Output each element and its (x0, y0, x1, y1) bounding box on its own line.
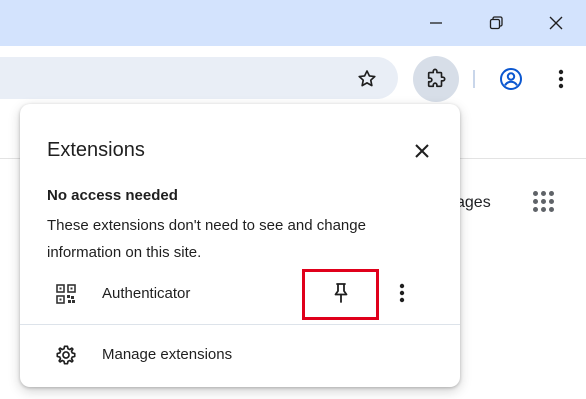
popup-divider (20, 324, 460, 325)
account-icon[interactable] (499, 67, 523, 91)
browser-window: ages Extensions No access needed These e… (0, 0, 586, 399)
extension-more-button[interactable] (392, 280, 412, 306)
restore-button[interactable] (466, 0, 526, 46)
manage-extensions-label[interactable]: Manage extensions (102, 346, 232, 363)
gear-icon (55, 344, 77, 366)
pin-icon (334, 283, 348, 303)
kebab-menu-icon[interactable] (551, 67, 571, 91)
close-button[interactable] (526, 0, 586, 46)
section-heading: No access needed (47, 187, 178, 204)
title-bar (0, 0, 586, 46)
close-icon (415, 144, 429, 158)
toolbar-separator (473, 70, 475, 88)
qr-code-icon (56, 284, 76, 304)
minimize-button[interactable] (406, 0, 466, 46)
puzzle-icon (425, 68, 447, 90)
popup-close-button[interactable] (408, 137, 436, 165)
extensions-popup: Extensions No access needed These extens… (20, 104, 460, 387)
address-bar[interactable] (0, 57, 398, 99)
restore-icon (489, 16, 503, 30)
toolbar (0, 46, 586, 108)
more-vert-icon (399, 283, 405, 303)
section-description: These extensions don't need to see and c… (47, 217, 366, 261)
images-link[interactable]: ages (456, 194, 491, 212)
pin-button[interactable] (329, 281, 353, 305)
close-icon (549, 16, 563, 30)
extension-name: Authenticator (102, 285, 191, 302)
popup-title: Extensions (47, 139, 145, 161)
star-icon[interactable] (356, 68, 378, 90)
minimize-icon (430, 22, 442, 24)
apps-grid-icon[interactable] (533, 191, 555, 213)
